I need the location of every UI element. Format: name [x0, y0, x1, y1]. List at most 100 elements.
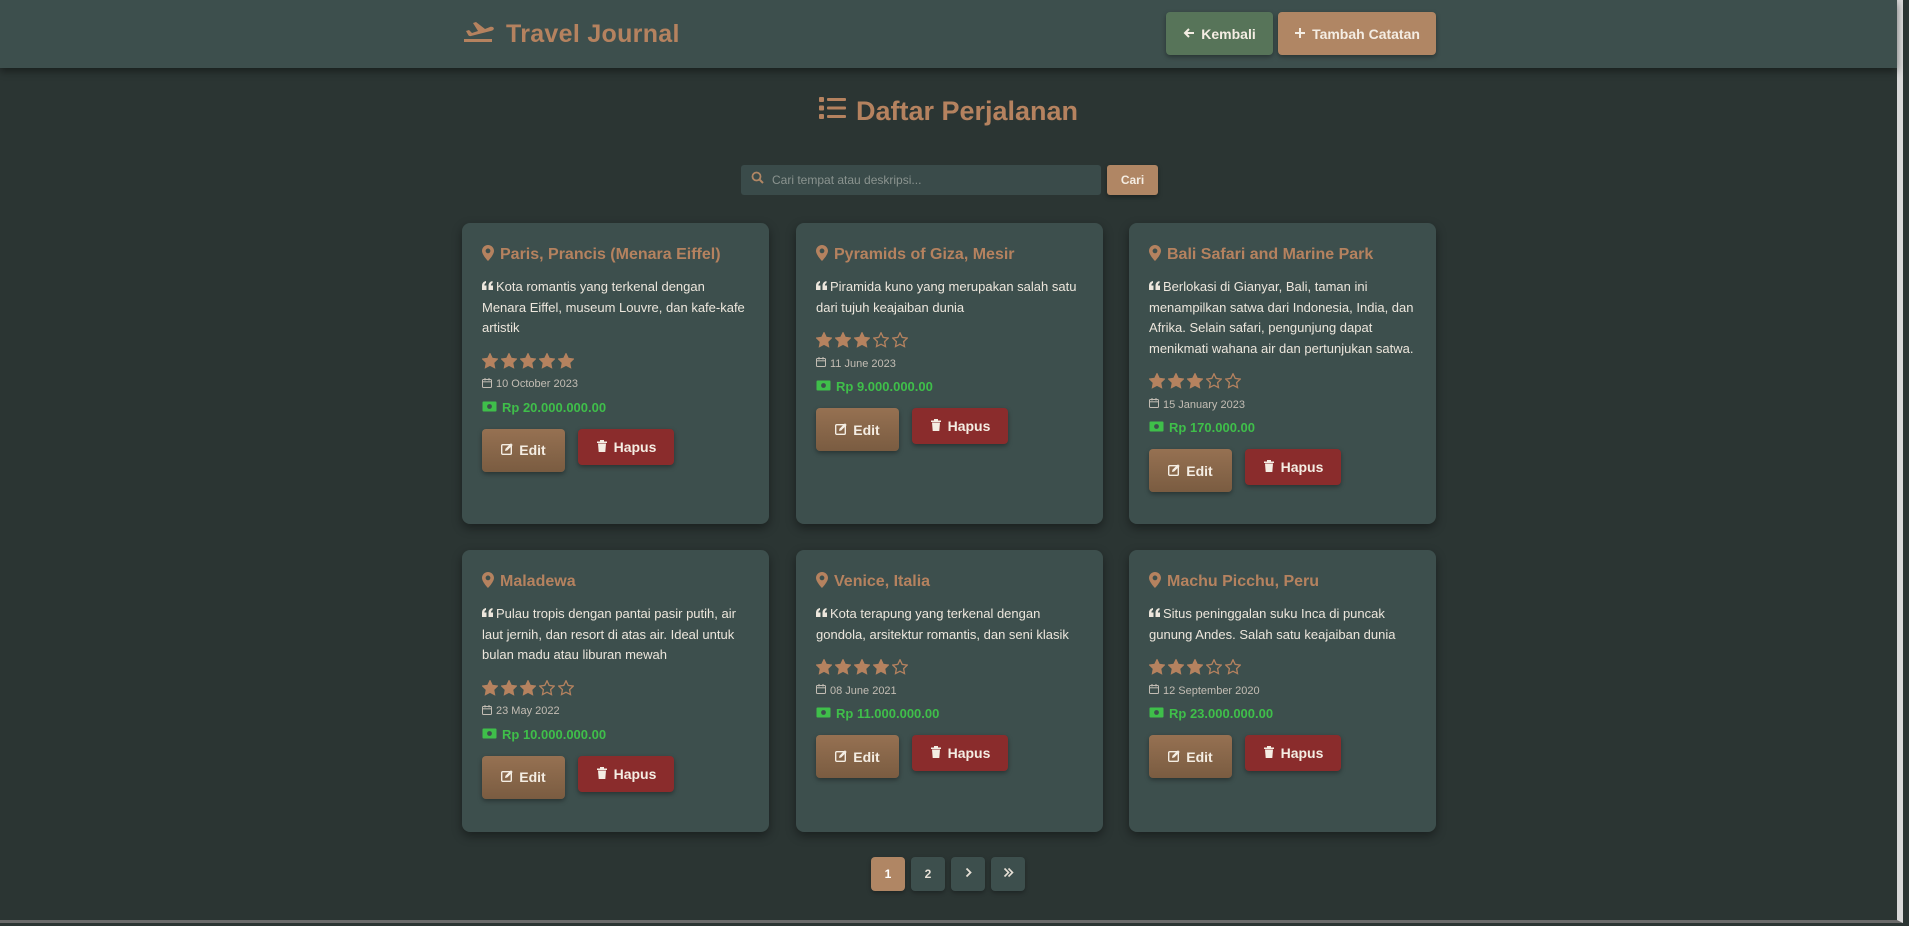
card-paris: Paris, Prancis (Menara Eiffel) Kota roma… — [462, 223, 769, 524]
card-price-text: Rp 10.000.000.00 — [502, 726, 607, 742]
star-filled-icon — [501, 679, 517, 696]
card-price: Rp 11.000.000.00 — [816, 706, 1083, 721]
card-venice: Venice, Italia Kota terapung yang terken… — [796, 550, 1103, 832]
edit-button-label: Edit — [853, 748, 880, 765]
last-page-button[interactable] — [991, 857, 1025, 891]
star-rating — [482, 352, 749, 369]
edit-button-label: Edit — [853, 421, 880, 438]
delete-button[interactable]: Hapus — [578, 428, 674, 465]
calendar-icon — [482, 377, 492, 391]
star-filled-icon — [482, 352, 498, 369]
card-title[interactable]: Venice, Italia — [816, 571, 1083, 593]
delete-button-label: Hapus — [947, 418, 991, 434]
star-rating — [816, 659, 1083, 675]
edit-icon — [835, 749, 847, 765]
star-filled-icon — [1187, 659, 1203, 675]
card-price-text: Rp 23.000.000.00 — [1169, 706, 1274, 721]
quote-icon — [816, 608, 827, 617]
delete-button[interactable]: Hapus — [912, 735, 1008, 771]
card-description: Kota romantis yang terkenal dengan Menar… — [482, 277, 749, 339]
star-filled-icon — [873, 659, 889, 675]
card-price: Rp 23.000.000.00 — [1149, 706, 1416, 721]
star-filled-icon — [520, 679, 536, 696]
back-button[interactable]: Kembali — [1166, 12, 1273, 55]
calendar-icon — [1149, 684, 1159, 697]
edit-button[interactable]: Edit — [816, 408, 899, 451]
search-button[interactable]: Cari — [1107, 165, 1158, 195]
card-title[interactable]: Maladewa — [482, 571, 749, 592]
quote-icon — [482, 608, 493, 617]
delete-button[interactable]: Hapus — [578, 755, 674, 792]
card-description-text: Pulau tropis dengan pantai pasir putih, … — [482, 606, 736, 662]
brand[interactable]: Travel Journal — [462, 17, 680, 51]
star-filled-icon — [854, 332, 870, 348]
edit-button[interactable]: Edit — [482, 755, 565, 799]
star-empty-icon — [1206, 659, 1222, 675]
card-actions: Edit Hapus — [482, 428, 749, 472]
card-price-text: Rp 20.000.000.00 — [502, 399, 607, 415]
card-price: Rp 20.000.000.00 — [482, 400, 749, 415]
trash-icon — [1263, 745, 1275, 761]
card-title[interactable]: Paris, Prancis (Menara Eiffel) — [482, 244, 749, 265]
back-button-label: Kembali — [1201, 25, 1256, 42]
add-entry-button[interactable]: Tambah Catatan — [1278, 12, 1436, 55]
edit-icon — [501, 442, 513, 458]
search-bar: Cari — [741, 165, 1158, 195]
card-title[interactable]: Bali Safari and Marine Park — [1149, 244, 1416, 266]
card-date: 12 September 2020 — [1149, 684, 1416, 697]
edit-button[interactable]: Edit — [1149, 449, 1232, 492]
map-marker-icon — [816, 571, 828, 593]
card-description-text: Situs peninggalan suku Inca di puncak gu… — [1149, 606, 1396, 642]
money-bill-icon — [482, 400, 497, 415]
card-description-text: Kota romantis yang terkenal dengan Menar… — [482, 279, 745, 335]
delete-button-label: Hapus — [947, 745, 991, 761]
calendar-icon — [1149, 398, 1159, 411]
quote-icon — [482, 281, 493, 290]
page: Travel Journal Kembali Tambah Catatan Da… — [0, 0, 1903, 923]
star-empty-icon — [873, 332, 889, 348]
page-title: Daftar Perjalanan — [0, 96, 1897, 127]
map-marker-icon — [1149, 244, 1161, 266]
pagination: 1 2 — [871, 857, 1025, 891]
star-filled-icon — [1187, 373, 1203, 389]
card-actions: Edit Hapus — [1149, 449, 1416, 492]
star-empty-icon — [1225, 659, 1241, 675]
search-icon — [751, 171, 764, 189]
star-rating — [1149, 659, 1416, 675]
delete-button[interactable]: Hapus — [1245, 449, 1341, 485]
edit-button[interactable]: Edit — [1149, 735, 1232, 778]
page-1-button[interactable]: 1 — [871, 857, 905, 891]
card-date: 10 October 2023 — [482, 377, 749, 391]
edit-button[interactable]: Edit — [482, 428, 565, 472]
card-title-text: Venice, Italia — [834, 573, 931, 590]
nav-actions: Kembali Tambah Catatan — [1166, 12, 1436, 55]
search-input[interactable] — [772, 173, 1092, 187]
delete-button-label: Hapus — [613, 438, 657, 455]
star-filled-icon — [1149, 659, 1165, 675]
search-box — [741, 165, 1101, 195]
card-description: Situs peninggalan suku Inca di puncak gu… — [1149, 604, 1416, 645]
trash-icon — [596, 439, 608, 455]
star-rating — [816, 332, 1083, 348]
next-page-button[interactable] — [951, 857, 985, 891]
edit-button[interactable]: Edit — [816, 735, 899, 778]
trash-icon — [1263, 459, 1275, 475]
edit-icon — [501, 769, 513, 785]
card-title[interactable]: Pyramids of Giza, Mesir — [816, 244, 1083, 265]
edit-icon — [1168, 463, 1180, 479]
delete-button-label: Hapus — [1280, 745, 1324, 761]
delete-button[interactable]: Hapus — [912, 408, 1008, 444]
star-empty-icon — [892, 332, 908, 348]
card-description-text: Berlokasi di Gianyar, Bali, taman ini me… — [1149, 279, 1414, 356]
navbar: Travel Journal Kembali Tambah Catatan — [0, 0, 1897, 68]
star-filled-icon — [816, 332, 832, 348]
star-empty-icon — [558, 679, 574, 696]
add-entry-label: Tambah Catatan — [1312, 25, 1420, 42]
page-2-button[interactable]: 2 — [911, 857, 945, 891]
card-date-text: 23 May 2022 — [496, 705, 560, 717]
card-date-text: 11 June 2023 — [830, 357, 896, 370]
card-title[interactable]: Machu Picchu, Peru — [1149, 571, 1416, 593]
map-marker-icon — [1149, 571, 1161, 593]
money-bill-icon — [816, 379, 831, 394]
delete-button[interactable]: Hapus — [1245, 735, 1341, 771]
